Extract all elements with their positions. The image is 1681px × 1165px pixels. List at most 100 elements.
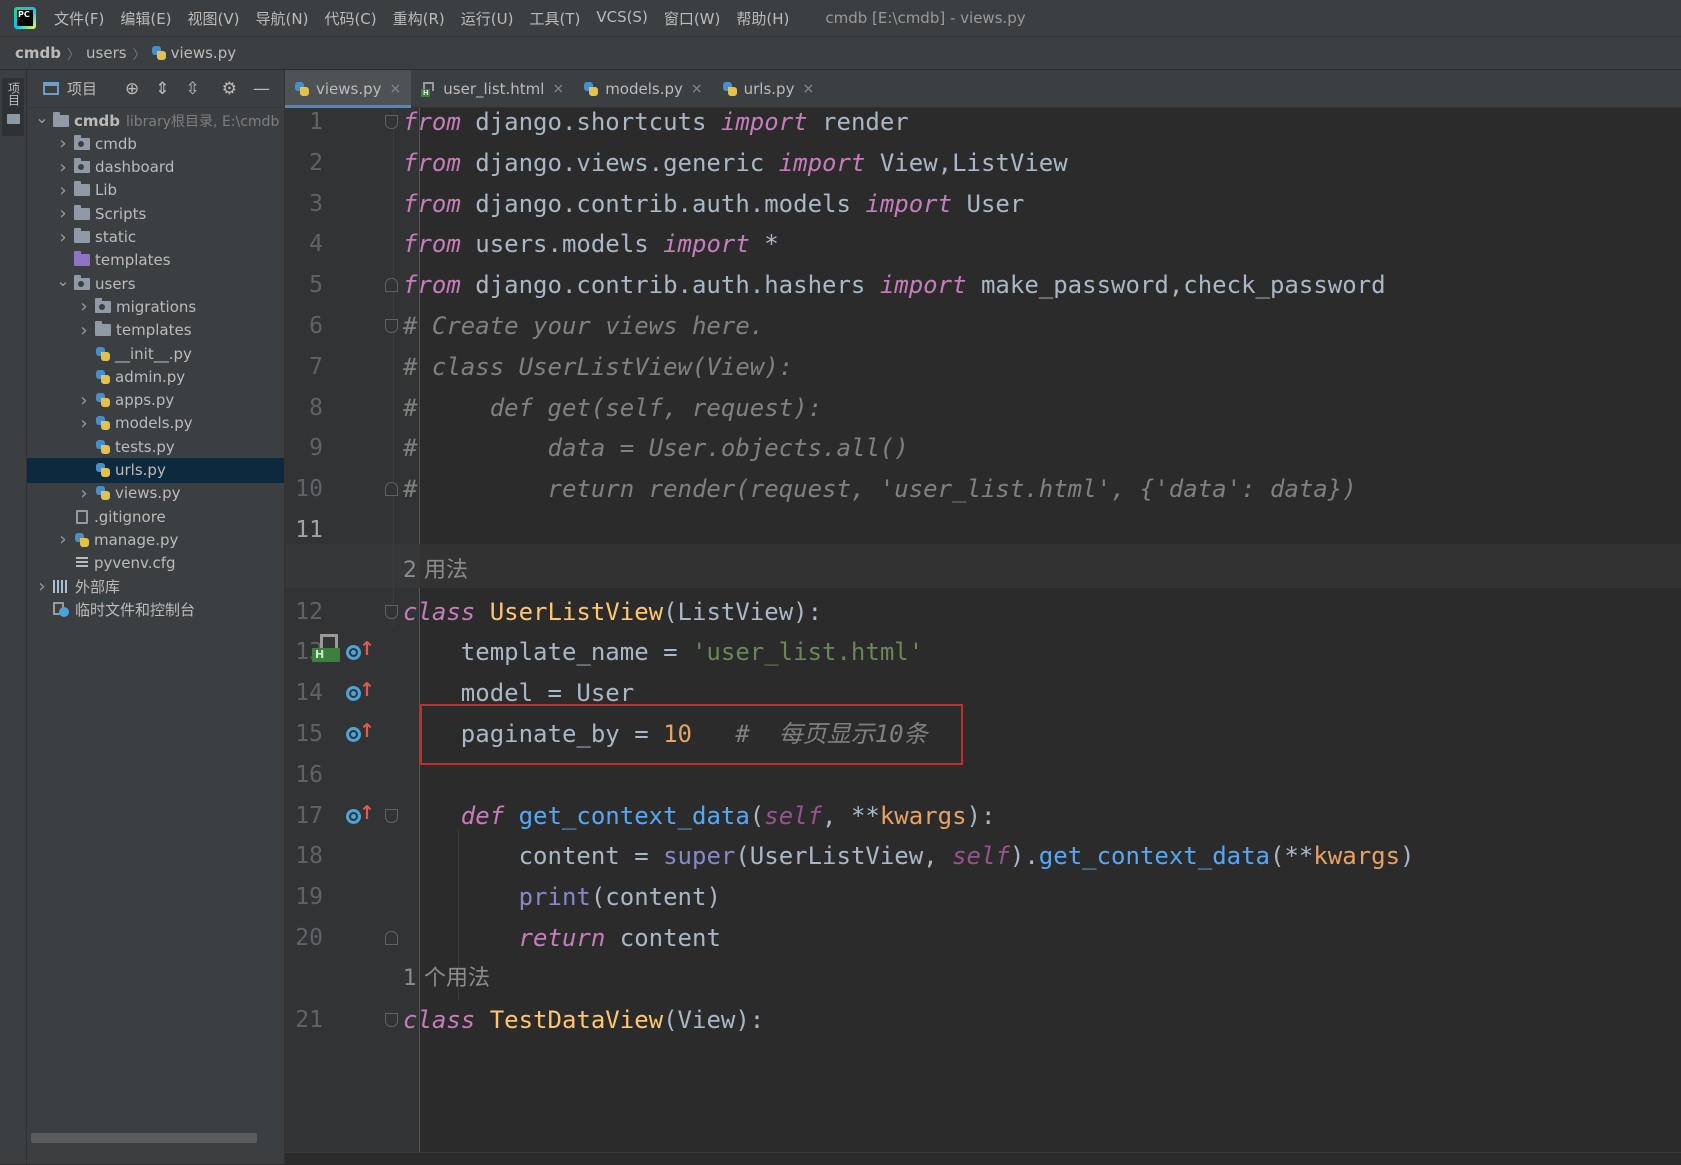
tree-item[interactable]: admin.py: [27, 364, 284, 389]
menu-item[interactable]: 重构(R): [385, 8, 453, 29]
close-icon[interactable]: ×: [390, 81, 402, 97]
tree-item[interactable]: __init__.py: [27, 341, 284, 366]
tree-item[interactable]: › cmdb: [27, 131, 284, 156]
code-editor[interactable]: from django.shortcuts import render from …: [285, 108, 1681, 1164]
close-icon[interactable]: ×: [552, 81, 564, 97]
close-icon[interactable]: ×: [802, 81, 814, 97]
code-line[interactable]: # data = User.objects.all(): [403, 426, 909, 470]
fold-collapse-icon[interactable]: [385, 604, 398, 619]
editor-tab[interactable]: user_list.html ×: [411, 70, 574, 108]
code-line[interactable]: from django.shortcuts import render: [403, 108, 909, 144]
tree-item[interactable]: › manage.py: [27, 527, 284, 552]
tree-item[interactable]: templates: [27, 248, 284, 273]
chevron-down-icon[interactable]: ⌄: [35, 109, 49, 125]
code-line[interactable]: # class UserListView(View):: [403, 345, 793, 389]
chevron-right-icon[interactable]: ›: [77, 296, 91, 317]
menu-item[interactable]: 文件(F): [46, 8, 112, 29]
chevron-right-icon[interactable]: ›: [56, 227, 70, 248]
chevron-right-icon[interactable]: ›: [77, 390, 91, 411]
chevron-right-icon[interactable]: ›: [77, 483, 91, 504]
code-line[interactable]: print(content): [403, 875, 721, 919]
code-line[interactable]: # def get(self, request):: [403, 386, 822, 430]
chevron-right-icon[interactable]: ›: [56, 157, 70, 178]
scratch-console-icon: [53, 602, 69, 618]
caret-line-highlight: [285, 544, 1681, 588]
chevron-right-icon[interactable]: ›: [56, 180, 70, 201]
menu-item[interactable]: 导航(N): [248, 8, 317, 29]
menu-item[interactable]: 工具(T): [521, 8, 588, 29]
tree-item[interactable]: urls.py: [27, 457, 284, 483]
locate-crosshair-icon[interactable]: ⊕: [125, 79, 139, 99]
code-line[interactable]: from django.contrib.auth.models import U…: [403, 182, 1024, 226]
code-line[interactable]: class TestDataView(View):: [403, 998, 764, 1042]
code-line[interactable]: template_name = 'user_list.html': [403, 630, 923, 674]
tree-item[interactable]: › apps.py: [27, 388, 284, 413]
tree-item[interactable]: .gitignore: [27, 504, 284, 529]
tree-item[interactable]: › migrations: [27, 294, 284, 319]
html-template-gutter-icon[interactable]: [312, 634, 344, 666]
fold-collapse-icon[interactable]: [385, 319, 398, 333]
chevron-right-icon[interactable]: ›: [56, 203, 70, 224]
pycharm-logo-icon[interactable]: PC: [14, 7, 36, 29]
tree-item[interactable]: › Scripts: [27, 201, 284, 226]
usages-inlay-hint[interactable]: 1 个用法: [403, 957, 490, 1001]
code-line[interactable]: content = super(UserListView, self).get_…: [403, 834, 1415, 878]
editor-tab[interactable]: models.py ×: [574, 70, 712, 108]
chevron-right-icon[interactable]: ›: [35, 576, 49, 597]
menu-item[interactable]: VCS(S): [588, 8, 655, 29]
editor-tab[interactable]: views.py ×: [285, 70, 412, 108]
line-number: 1: [309, 109, 323, 135]
editor-tab[interactable]: urls.py ×: [713, 70, 825, 108]
close-icon[interactable]: ×: [691, 81, 703, 97]
tree-item[interactable]: ⌄ users: [27, 271, 284, 296]
project-tool-window-button[interactable]: 项目: [2, 78, 24, 136]
tree-item[interactable]: 临时文件和控制台: [27, 597, 284, 622]
fold-collapse-icon[interactable]: [385, 1012, 398, 1027]
tree-item[interactable]: ⌄ cmdb library根目录, E:\cmdb: [27, 108, 284, 133]
breadcrumb-project[interactable]: cmdb: [15, 44, 61, 62]
menu-item[interactable]: 视图(V): [180, 8, 248, 29]
code-line[interactable]: from users.models import *: [403, 222, 779, 266]
gear-icon[interactable]: ⚙: [222, 79, 237, 99]
tree-item[interactable]: › 外部库: [27, 574, 284, 599]
code-line[interactable]: # Create your views here.: [403, 304, 764, 348]
menu-item[interactable]: 窗口(W): [656, 8, 729, 29]
code-line[interactable]: class UserListView(ListView):: [403, 590, 822, 634]
tree-item[interactable]: › static: [27, 225, 284, 250]
horizontal-scrollbar[interactable]: [31, 1133, 257, 1143]
menu-item[interactable]: 帮助(H): [728, 8, 797, 29]
fold-collapse-icon[interactable]: [385, 808, 398, 823]
fold-collapse-icon[interactable]: [385, 115, 398, 129]
tree-item[interactable]: › Lib: [27, 178, 284, 203]
project-title[interactable]: 项目: [67, 78, 97, 99]
collapse-all-icon[interactable]: ⇳: [186, 79, 200, 99]
code-line[interactable]: # return render(request, 'user_list.html…: [403, 467, 1357, 511]
editor-horizontal-scrollbar[interactable]: [285, 1152, 1681, 1165]
code-line[interactable]: from django.views.generic import View,Li…: [403, 141, 1068, 185]
chevron-down-icon[interactable]: ⌄: [56, 272, 70, 288]
code-line[interactable]: return content: [403, 916, 721, 960]
chevron-right-icon[interactable]: ›: [77, 320, 91, 341]
menu-item[interactable]: 编辑(E): [112, 8, 179, 29]
chevron-right-icon[interactable]: ›: [77, 413, 91, 434]
breadcrumb-folder[interactable]: users: [86, 44, 127, 62]
chevron-right-icon[interactable]: ›: [56, 133, 70, 154]
menu-item[interactable]: 运行(U): [453, 8, 522, 29]
tree-item[interactable]: › views.py: [27, 481, 284, 506]
usages-inlay-hint[interactable]: 2 用法: [403, 549, 468, 593]
expand-all-icon[interactable]: ⇕: [155, 79, 169, 99]
hide-minimize-icon[interactable]: —: [253, 79, 270, 99]
tree-item[interactable]: › models.py: [27, 411, 284, 436]
code-line[interactable]: from django.contrib.auth.hashers import …: [403, 263, 1386, 307]
tree-item[interactable]: › dashboard: [27, 155, 284, 180]
breadcrumb-file[interactable]: views.py: [171, 44, 237, 62]
fold-end-icon[interactable]: [385, 482, 398, 497]
fold-end-icon[interactable]: [385, 931, 398, 945]
tree-item[interactable]: pyvenv.cfg: [27, 551, 284, 576]
chevron-right-icon[interactable]: ›: [56, 529, 70, 550]
menu-item[interactable]: 代码(C): [316, 8, 384, 29]
tree-item[interactable]: › templates: [27, 318, 284, 343]
code-line[interactable]: def get_context_data(self, **kwargs):: [403, 794, 996, 838]
tree-item[interactable]: tests.py: [27, 434, 284, 459]
fold-end-icon[interactable]: [385, 278, 398, 293]
